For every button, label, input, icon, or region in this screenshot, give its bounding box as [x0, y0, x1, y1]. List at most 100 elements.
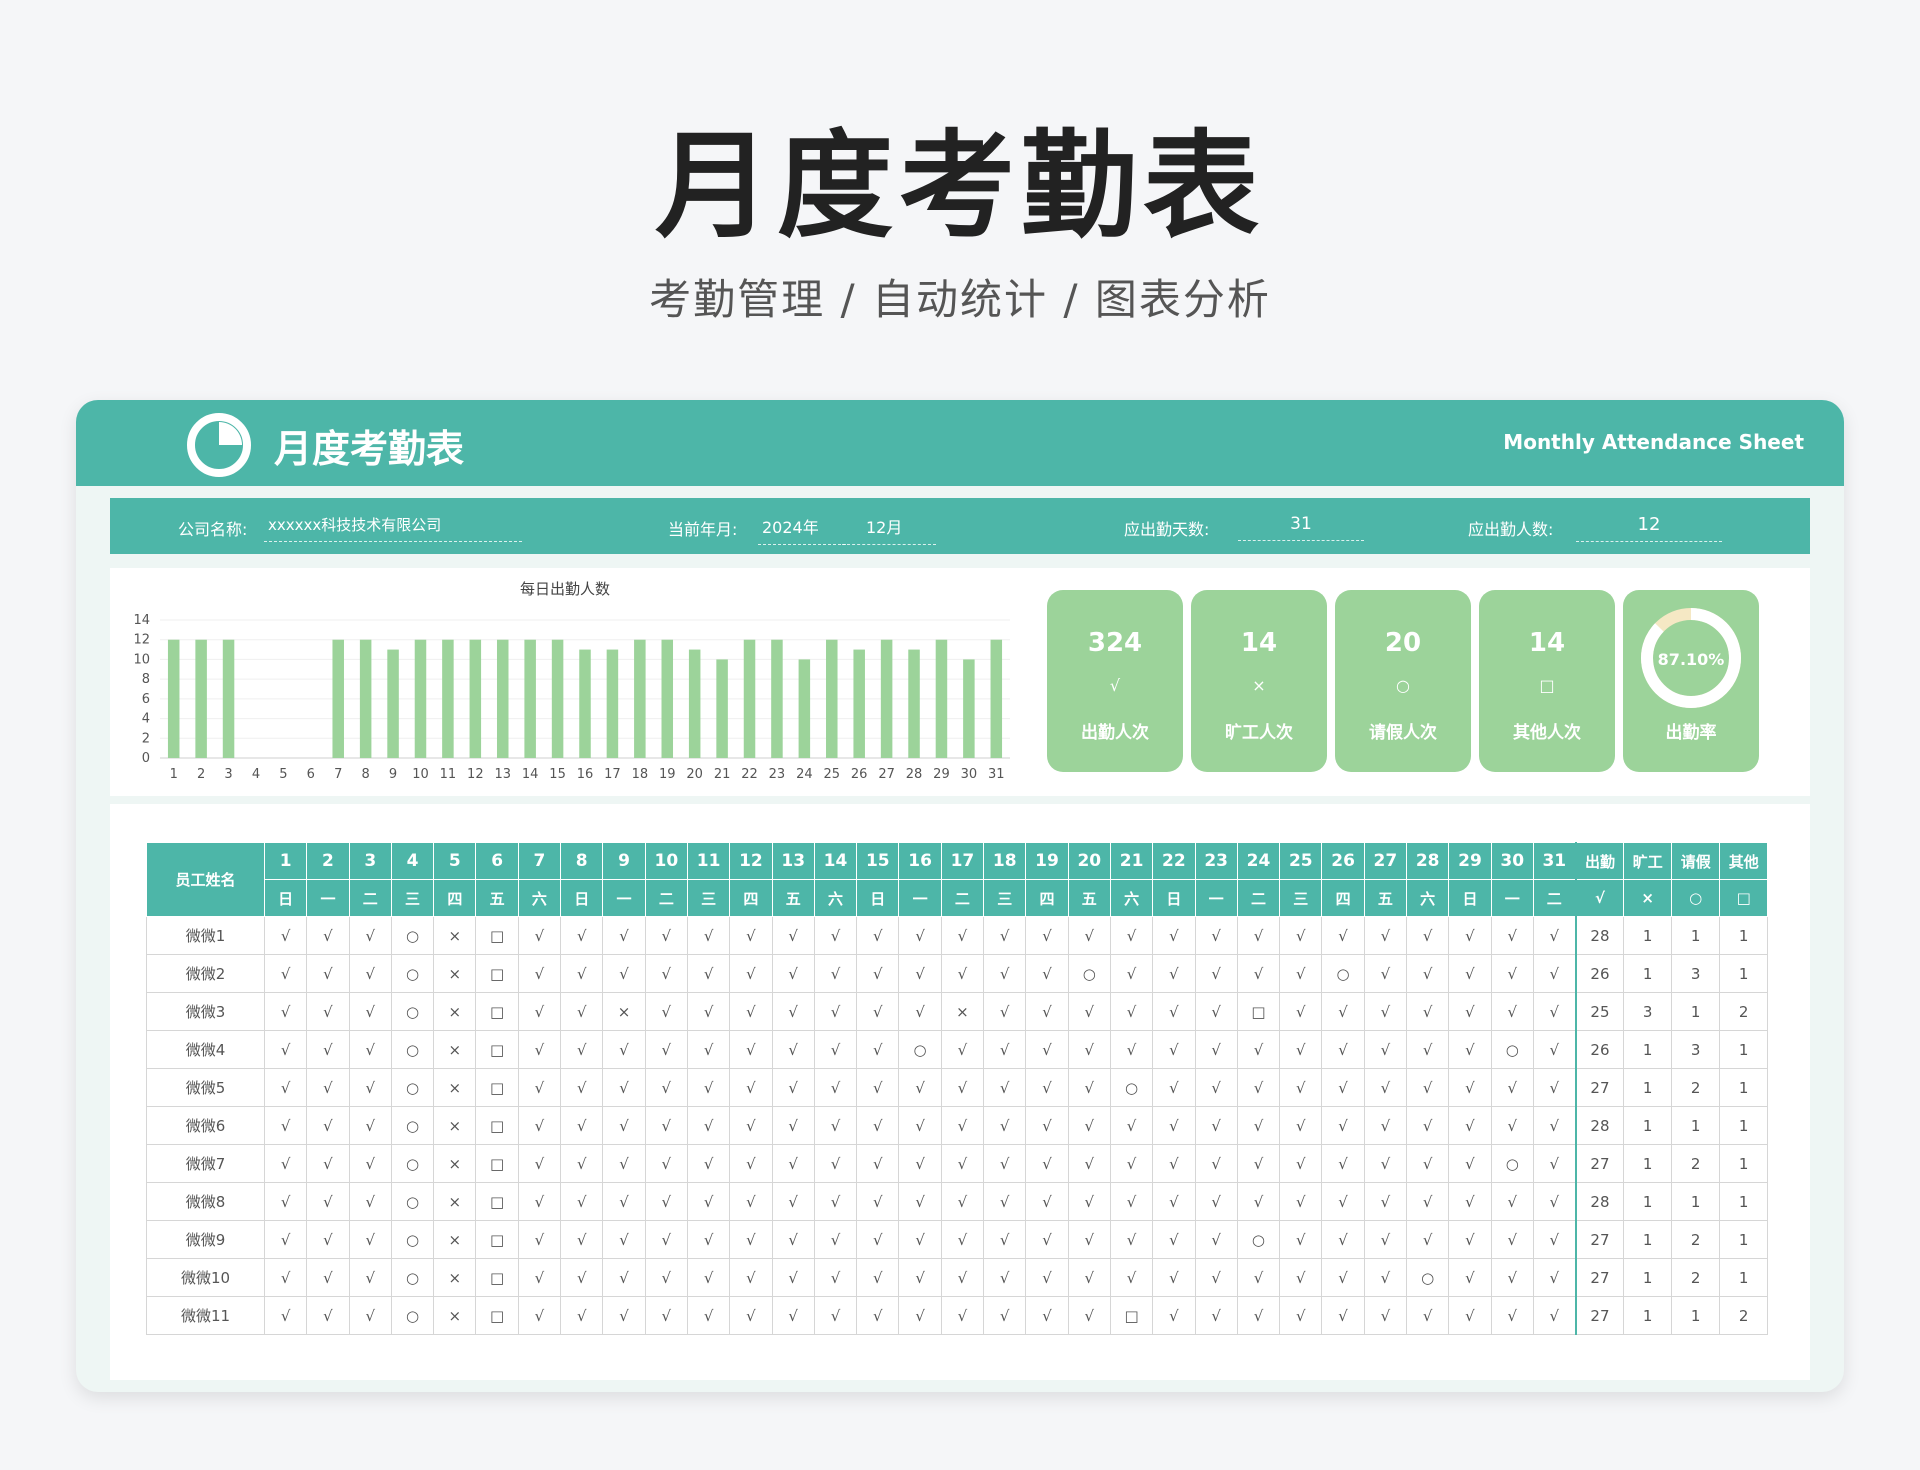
- attendance-cell[interactable]: √: [263, 1258, 308, 1297]
- attendance-cell[interactable]: √: [560, 992, 604, 1031]
- attendance-cell[interactable]: □: [475, 916, 519, 955]
- attendance-cell[interactable]: √: [898, 1068, 942, 1107]
- attendance-cell[interactable]: √: [1363, 1220, 1408, 1259]
- attendance-cell[interactable]: √: [729, 1258, 773, 1297]
- attendance-cell[interactable]: √: [856, 1258, 900, 1297]
- attendance-cell[interactable]: √: [983, 954, 1027, 993]
- attendance-cell[interactable]: √: [1532, 992, 1577, 1031]
- attendance-cell[interactable]: √: [1279, 954, 1323, 993]
- attendance-cell[interactable]: √: [1279, 1144, 1323, 1183]
- people-field[interactable]: 12: [1576, 514, 1722, 542]
- attendance-cell[interactable]: √: [729, 916, 773, 955]
- attendance-cell[interactable]: √: [1109, 1106, 1154, 1145]
- attendance-cell[interactable]: √: [1321, 1258, 1365, 1297]
- attendance-cell[interactable]: √: [1236, 1068, 1281, 1107]
- attendance-cell[interactable]: √: [940, 1258, 985, 1297]
- attendance-cell[interactable]: √: [940, 1030, 985, 1069]
- attendance-cell[interactable]: □: [475, 1220, 519, 1259]
- attendance-cell[interactable]: ×: [433, 1220, 477, 1259]
- attendance-cell[interactable]: √: [1152, 1030, 1196, 1069]
- attendance-cell[interactable]: √: [1363, 1144, 1408, 1183]
- attendance-cell[interactable]: √: [983, 1068, 1027, 1107]
- attendance-cell[interactable]: √: [771, 916, 815, 955]
- attendance-cell[interactable]: √: [898, 1296, 942, 1335]
- attendance-cell[interactable]: √: [983, 1182, 1027, 1221]
- attendance-cell[interactable]: √: [1025, 954, 1069, 993]
- attendance-cell[interactable]: √: [1109, 916, 1154, 955]
- attendance-cell[interactable]: √: [644, 1182, 688, 1221]
- attendance-cell[interactable]: √: [1067, 1030, 1111, 1069]
- attendance-cell[interactable]: √: [1532, 1258, 1577, 1297]
- attendance-cell[interactable]: √: [517, 1258, 562, 1297]
- attendance-cell[interactable]: √: [1321, 992, 1365, 1031]
- attendance-cell[interactable]: √: [729, 992, 773, 1031]
- attendance-cell[interactable]: ○: [390, 1296, 435, 1335]
- attendance-cell[interactable]: √: [1194, 916, 1238, 955]
- attendance-cell[interactable]: √: [1279, 1182, 1323, 1221]
- attendance-cell[interactable]: √: [1152, 1144, 1196, 1183]
- attendance-cell[interactable]: ×: [433, 1030, 477, 1069]
- attendance-cell[interactable]: √: [1406, 954, 1450, 993]
- attendance-cell[interactable]: □: [1236, 992, 1281, 1031]
- attendance-cell[interactable]: √: [644, 1068, 688, 1107]
- attendance-cell[interactable]: √: [1109, 1258, 1154, 1297]
- attendance-cell[interactable]: √: [983, 992, 1027, 1031]
- attendance-cell[interactable]: √: [1194, 1030, 1238, 1069]
- year-field[interactable]: 2024年: [758, 514, 846, 545]
- attendance-cell[interactable]: √: [1490, 1182, 1534, 1221]
- attendance-cell[interactable]: □: [1109, 1296, 1154, 1335]
- attendance-cell[interactable]: √: [729, 1220, 773, 1259]
- attendance-cell[interactable]: √: [348, 1182, 392, 1221]
- attendance-cell[interactable]: √: [560, 954, 604, 993]
- attendance-cell[interactable]: √: [1532, 1296, 1577, 1335]
- attendance-cell[interactable]: √: [771, 1220, 815, 1259]
- attendance-cell[interactable]: √: [856, 954, 900, 993]
- attendance-cell[interactable]: ○: [1490, 1144, 1534, 1183]
- attendance-cell[interactable]: √: [348, 954, 392, 993]
- attendance-cell[interactable]: √: [813, 1220, 858, 1259]
- attendance-cell[interactable]: √: [898, 1106, 942, 1145]
- attendance-cell[interactable]: √: [517, 916, 562, 955]
- attendance-cell[interactable]: ×: [433, 1258, 477, 1297]
- attendance-cell[interactable]: √: [1025, 992, 1069, 1031]
- attendance-cell[interactable]: √: [1067, 916, 1111, 955]
- attendance-cell[interactable]: √: [1152, 1106, 1196, 1145]
- attendance-cell[interactable]: √: [560, 1106, 604, 1145]
- attendance-cell[interactable]: √: [263, 916, 308, 955]
- attendance-cell[interactable]: ○: [390, 1106, 435, 1145]
- attendance-cell[interactable]: √: [1109, 954, 1154, 993]
- attendance-cell[interactable]: √: [1448, 916, 1492, 955]
- days-field[interactable]: 31: [1238, 514, 1364, 541]
- attendance-cell[interactable]: √: [729, 1030, 773, 1069]
- attendance-cell[interactable]: √: [644, 1220, 688, 1259]
- attendance-cell[interactable]: √: [602, 1220, 646, 1259]
- attendance-cell[interactable]: √: [729, 954, 773, 993]
- attendance-cell[interactable]: √: [1109, 1144, 1154, 1183]
- attendance-cell[interactable]: √: [856, 1296, 900, 1335]
- attendance-cell[interactable]: √: [813, 954, 858, 993]
- attendance-cell[interactable]: √: [898, 1144, 942, 1183]
- attendance-cell[interactable]: √: [306, 1068, 350, 1107]
- attendance-cell[interactable]: ×: [433, 992, 477, 1031]
- attendance-cell[interactable]: ×: [433, 1068, 477, 1107]
- attendance-cell[interactable]: √: [1532, 954, 1577, 993]
- attendance-cell[interactable]: √: [1279, 1030, 1323, 1069]
- attendance-cell[interactable]: √: [686, 1220, 731, 1259]
- attendance-cell[interactable]: √: [1067, 1220, 1111, 1259]
- attendance-cell[interactable]: √: [856, 1106, 900, 1145]
- attendance-cell[interactable]: √: [1109, 1030, 1154, 1069]
- attendance-cell[interactable]: √: [813, 916, 858, 955]
- attendance-cell[interactable]: √: [1279, 1106, 1323, 1145]
- attendance-cell[interactable]: √: [1321, 1068, 1365, 1107]
- attendance-cell[interactable]: √: [856, 1220, 900, 1259]
- attendance-cell[interactable]: √: [560, 1296, 604, 1335]
- attendance-cell[interactable]: □: [475, 1030, 519, 1069]
- attendance-cell[interactable]: √: [1406, 1030, 1450, 1069]
- attendance-cell[interactable]: √: [686, 992, 731, 1031]
- attendance-cell[interactable]: √: [1532, 1030, 1577, 1069]
- attendance-cell[interactable]: √: [940, 1220, 985, 1259]
- attendance-cell[interactable]: ○: [390, 1068, 435, 1107]
- attendance-cell[interactable]: √: [813, 1030, 858, 1069]
- attendance-cell[interactable]: √: [1406, 1182, 1450, 1221]
- attendance-cell[interactable]: √: [1279, 1068, 1323, 1107]
